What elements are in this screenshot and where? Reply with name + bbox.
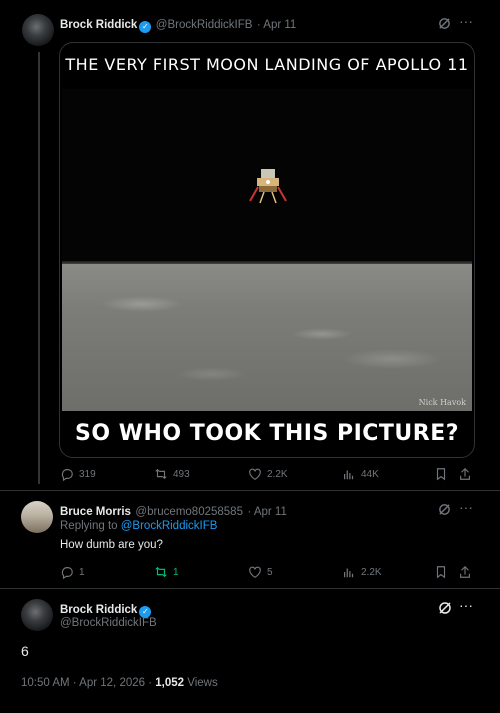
divider: [0, 490, 500, 491]
retweet-count: 493: [173, 468, 190, 480]
views-button[interactable]: 2.2K: [342, 565, 382, 579]
avatar[interactable]: [21, 501, 53, 533]
retweet-count: 1: [173, 566, 179, 578]
tweet-header: Brock Riddick ✓ @BrockRiddickIFB · Apr 11: [60, 15, 296, 33]
author-handle[interactable]: @BrockRiddickIFB: [156, 19, 253, 31]
like-button[interactable]: 2.2K: [248, 467, 288, 481]
grok-icon[interactable]: [438, 601, 452, 617]
author-handle[interactable]: @BrockRiddickIFB: [60, 617, 157, 629]
reply-button[interactable]: 1: [60, 565, 85, 579]
author-handle[interactable]: @brucemo80258585: [135, 506, 243, 518]
thread-connector-line: [38, 52, 40, 484]
retweet-icon: [155, 566, 167, 578]
moon-photo: Nick Havok: [62, 89, 472, 411]
tweet-actions: 319 493 2.2K 44K: [60, 467, 480, 483]
bookmark-icon: [436, 468, 446, 481]
reply-count: 319: [79, 468, 96, 480]
retweet-button[interactable]: 493: [154, 467, 190, 481]
views-chart-icon: [344, 568, 354, 578]
like-count: 2.2K: [267, 468, 288, 480]
heart-icon: [249, 468, 261, 480]
views-button[interactable]: 44K: [342, 467, 379, 481]
bookmark-button[interactable]: [434, 467, 448, 481]
heart-icon: [249, 566, 261, 578]
more-options-icon[interactable]: ···: [459, 598, 473, 612]
watermark: Nick Havok: [418, 398, 466, 407]
views-count: 44K: [361, 468, 379, 480]
bookmark-button[interactable]: [434, 565, 448, 579]
reply-button[interactable]: 319: [60, 467, 96, 481]
tweet-text: How dumb are you?: [60, 539, 163, 551]
views-label: Views: [184, 677, 218, 689]
tweet-timestamp-line: 10:50 AM · Apr 12, 2026 · 1,052 Views: [21, 677, 218, 689]
author-name[interactable]: Brock Riddick: [60, 604, 137, 616]
author-name[interactable]: Brock Riddick: [60, 19, 137, 31]
views-count: 1,052: [155, 677, 185, 689]
share-icon: [460, 467, 470, 480]
reply-icon: [61, 469, 73, 481]
share-icon: [460, 565, 470, 578]
tweet-header: Bruce Morris @brucemo80258585 · Apr 11: [60, 502, 287, 520]
lunar-module-image: [249, 169, 287, 204]
views-chart-icon: [344, 470, 354, 480]
reply-count: 1: [79, 566, 85, 578]
avatar[interactable]: [22, 14, 54, 46]
bookmark-icon: [436, 566, 446, 579]
tweet-text: 6: [21, 643, 29, 659]
verified-badge-icon: ✓: [139, 21, 152, 33]
like-button[interactable]: 5: [248, 565, 273, 579]
retweet-button[interactable]: 1: [154, 565, 179, 579]
replying-to-link[interactable]: @BrockRiddickIFB: [121, 520, 218, 532]
avatar[interactable]: [21, 599, 53, 631]
replying-to-label: Replying to: [60, 520, 118, 532]
tweet-header: Brock Riddick ✓: [60, 600, 152, 618]
replying-to: Replying to @BrockRiddickIFB: [60, 520, 217, 532]
tweet-timestamp[interactable]: 10:50 AM · Apr 12, 2026 ·: [21, 677, 155, 689]
like-count: 5: [267, 566, 273, 578]
grok-icon[interactable]: [438, 17, 451, 32]
views-count: 2.2K: [361, 566, 382, 578]
share-button[interactable]: [458, 565, 472, 579]
meme-bottom-caption: SO WHO TOOK THIS PICTURE?: [74, 421, 460, 446]
divider: [0, 588, 500, 589]
retweet-icon: [155, 468, 167, 480]
lunar-surface: [62, 264, 472, 411]
more-options-icon[interactable]: ···: [459, 14, 473, 28]
share-button[interactable]: [458, 467, 472, 481]
reply-icon: [61, 567, 73, 579]
grok-icon[interactable]: [438, 503, 451, 518]
tweet-date[interactable]: · Apr 11: [257, 19, 296, 31]
author-name[interactable]: Bruce Morris: [60, 506, 131, 518]
tweet-actions: 1 1 5 2.2K: [60, 565, 480, 581]
tweet-date[interactable]: · Apr 11: [247, 506, 286, 518]
meme-top-caption: THE VERY FIRST MOON LANDING OF APOLLO 11: [65, 55, 469, 74]
tweet-media[interactable]: THE VERY FIRST MOON LANDING OF APOLLO 11…: [59, 42, 475, 458]
more-options-icon[interactable]: ···: [459, 500, 473, 514]
